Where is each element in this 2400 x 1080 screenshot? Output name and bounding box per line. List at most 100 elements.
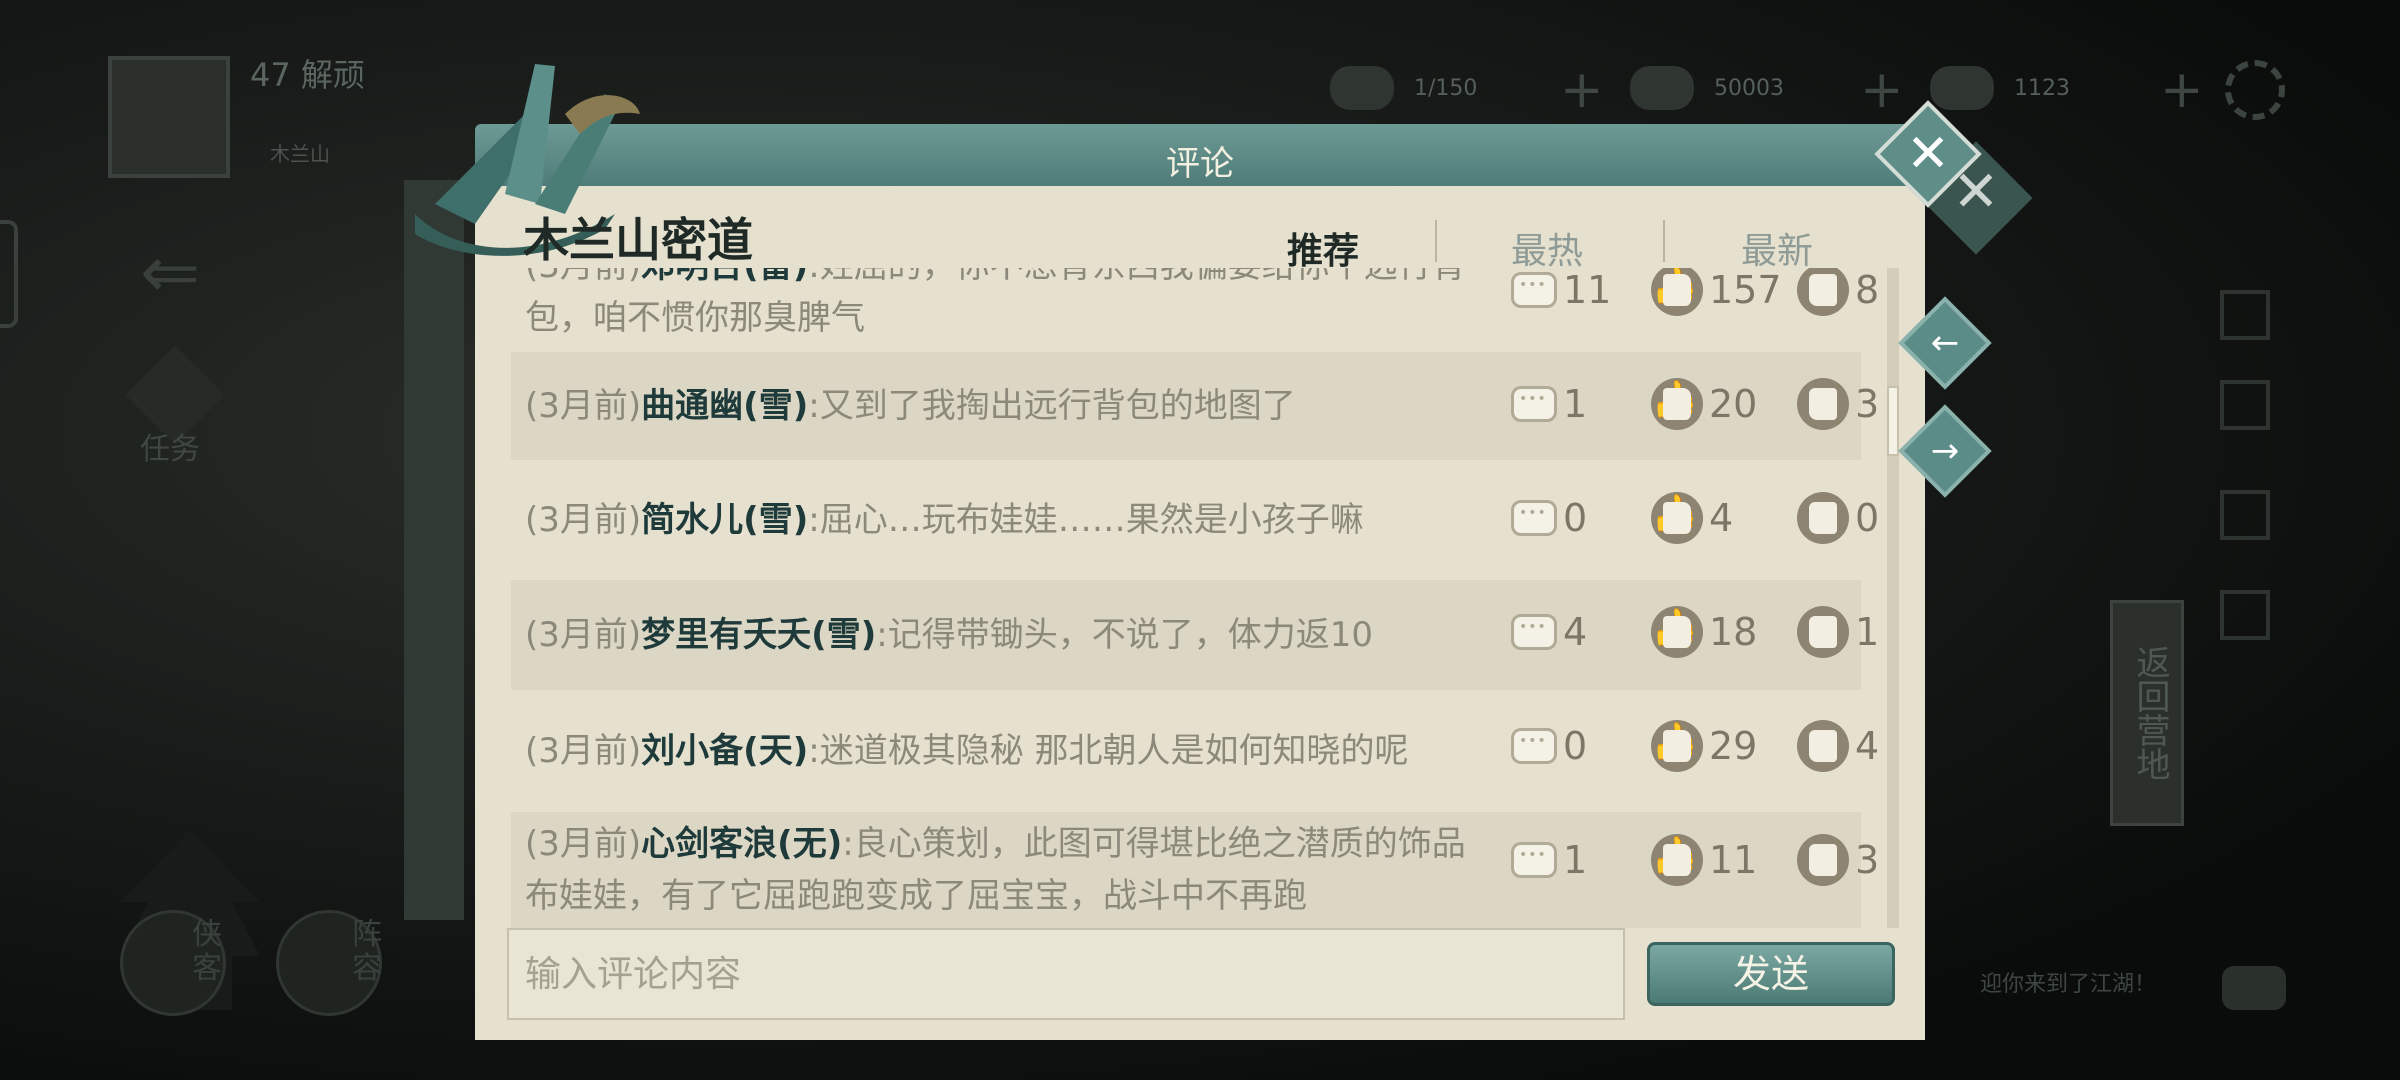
reply-icon	[1511, 842, 1557, 878]
comment-body: :迷道极其隐秘 那北朝人是如何知晓的呢	[808, 731, 1409, 771]
stamina-icon	[1330, 66, 1394, 110]
task-label: 任务	[140, 432, 200, 467]
comment-text: (3月前)心剑客浪(无):良心策划，此图可得堪比绝之潜质的饰品布娃娃，有了它屈跑…	[511, 818, 1471, 922]
thumbs-down-icon	[1797, 834, 1849, 886]
comment-user[interactable]: 刘小备(天)	[641, 731, 808, 771]
reply-icon	[1511, 728, 1557, 764]
hero-label: 侠客	[192, 917, 222, 986]
like-count[interactable]: 20	[1651, 378, 1757, 430]
comment-text: (3月前)梦里有夭夭(雪):记得带锄头，不说了，体力返10	[511, 609, 1471, 661]
tab-hottest[interactable]: 最热	[1511, 222, 1583, 274]
coins-value: 50003	[1714, 75, 1784, 101]
like-count[interactable]: 157	[1651, 268, 1782, 316]
comment-list[interactable]: (3月前)邓明台(雷):姓屈的，你不想背东西我偏要给你个远行背包，咱不惯你那臭脾…	[511, 268, 1891, 928]
like-value: 157	[1709, 268, 1782, 312]
comment-time: (3月前)	[525, 731, 642, 771]
like-value: 4	[1709, 496, 1734, 540]
thumbs-up-icon	[1651, 834, 1703, 886]
thumbs-up-icon	[1651, 492, 1703, 544]
dislike-value: 4	[1855, 724, 1880, 768]
comment-text: (3月前)刘小备(天):迷道极其隐秘 那北朝人是如何知晓的呢	[511, 725, 1471, 777]
comment-user[interactable]: 邓明台(雷)	[641, 268, 808, 286]
comment-time: (3月前)	[525, 268, 641, 286]
player-avatar	[108, 56, 230, 178]
resource-stamina: 1/150	[1330, 60, 1477, 116]
comment-scrollbar[interactable]	[1887, 268, 1899, 928]
coins-icon	[1630, 66, 1694, 110]
like-value: 29	[1709, 724, 1758, 768]
dislike-value: 3	[1855, 838, 1880, 882]
dislike-count[interactable]: 4	[1797, 720, 1879, 772]
comment-user[interactable]: 梦里有夭夭(雪)	[641, 615, 876, 655]
chat-message: 迎你来到了江湖！	[1980, 972, 2157, 997]
reply-value: 0	[1563, 724, 1588, 768]
comment-user[interactable]: 心剑客浪(无)	[641, 824, 842, 864]
reply-icon	[1511, 386, 1557, 422]
left-arrow-icon: ←	[1930, 323, 1960, 363]
player-name: 木兰山	[270, 142, 330, 166]
reply-count[interactable]: 4	[1511, 610, 1587, 654]
thumbs-down-icon	[1797, 492, 1849, 544]
scrollbar-thumb[interactable]	[1887, 386, 1899, 456]
like-value: 18	[1709, 610, 1758, 654]
add-stamina-icon: +	[1560, 60, 1604, 120]
reply-count[interactable]: 11	[1511, 268, 1611, 312]
gear-icon	[2225, 60, 2285, 120]
chat-icon	[2222, 966, 2286, 1010]
dialog-header: 评论	[475, 124, 1925, 186]
like-count[interactable]: 11	[1651, 834, 1757, 886]
stamina-value: 1/150	[1414, 75, 1478, 101]
like-value: 11	[1709, 838, 1758, 882]
comment-text: (3月前)简水儿(雪):屈心…玩布娃娃……果然是小孩子嘛	[511, 494, 1471, 546]
dislike-count[interactable]: 1	[1797, 606, 1879, 658]
reply-value: 1	[1563, 838, 1588, 882]
menu-icon-4	[2220, 590, 2270, 640]
dislike-value: 3	[1855, 382, 1880, 426]
thumbs-down-icon	[1797, 606, 1849, 658]
reply-count[interactable]: 1	[1511, 838, 1587, 882]
team-label: 阵容	[352, 917, 382, 986]
resource-gems: 1123	[1930, 60, 2070, 116]
tab-recommended[interactable]: 推荐	[1287, 222, 1359, 274]
comment-input[interactable]	[507, 928, 1625, 1020]
right-arrow-icon: →	[1930, 431, 1960, 471]
comment-body: :又到了我掏出远行背包的地图了	[808, 386, 1296, 426]
add-gems-icon: +	[2160, 60, 2204, 120]
menu-icon-3	[2220, 490, 2270, 540]
comment-time: (3月前)	[525, 615, 642, 655]
comment-user[interactable]: 曲通幽(雪)	[641, 386, 808, 426]
comment-body: :屈心…玩布娃娃……果然是小孩子嘛	[808, 500, 1364, 540]
gems-icon	[1930, 66, 1994, 110]
tab-newest[interactable]: 最新	[1741, 222, 1813, 274]
comment-text: (3月前)邓明台(雷):姓屈的，你不想背东西我偏要给你个远行背包，咱不惯你那臭脾…	[511, 268, 1471, 344]
reply-count[interactable]: 1	[1511, 382, 1587, 426]
reply-value: 4	[1563, 610, 1588, 654]
like-count[interactable]: 4	[1651, 492, 1733, 544]
side-drawer-tab	[0, 220, 18, 328]
send-button[interactable]: 发送	[1647, 942, 1895, 1006]
scroll-panel	[404, 180, 464, 920]
comment-body: :记得带锄头，不说了，体力返10	[876, 615, 1373, 655]
dislike-count[interactable]: 8	[1797, 268, 1879, 316]
dialog-title: 评论	[1166, 144, 1234, 184]
dislike-count[interactable]: 3	[1797, 834, 1879, 886]
thumbs-up-icon	[1651, 606, 1703, 658]
thumbs-down-icon	[1797, 378, 1849, 430]
comment-dialog: 评论 木兰山密道 推荐 最热 最新 (3月前)邓明台(雷):姓屈的，你不想背东西…	[415, 64, 1925, 1040]
thumbs-up-icon	[1651, 720, 1703, 772]
resource-bar: 1/150 + 50003 + 1123 +	[1330, 60, 2210, 130]
dislike-count[interactable]: 0	[1797, 492, 1879, 544]
like-count[interactable]: 29	[1651, 720, 1757, 772]
comment-user[interactable]: 简水儿(雪)	[641, 500, 808, 540]
thumbs-down-icon	[1797, 720, 1849, 772]
close-icon: ✕	[1906, 124, 1950, 184]
dislike-count[interactable]: 3	[1797, 378, 1879, 430]
comment-time: (3月前)	[525, 386, 642, 426]
dislike-value: 8	[1855, 268, 1880, 312]
like-count[interactable]: 18	[1651, 606, 1757, 658]
reply-count[interactable]: 0	[1511, 496, 1587, 540]
reply-count[interactable]: 0	[1511, 724, 1587, 768]
reply-value: 1	[1563, 382, 1588, 426]
thumbs-up-icon	[1651, 268, 1703, 316]
gems-value: 1123	[2014, 75, 2070, 101]
